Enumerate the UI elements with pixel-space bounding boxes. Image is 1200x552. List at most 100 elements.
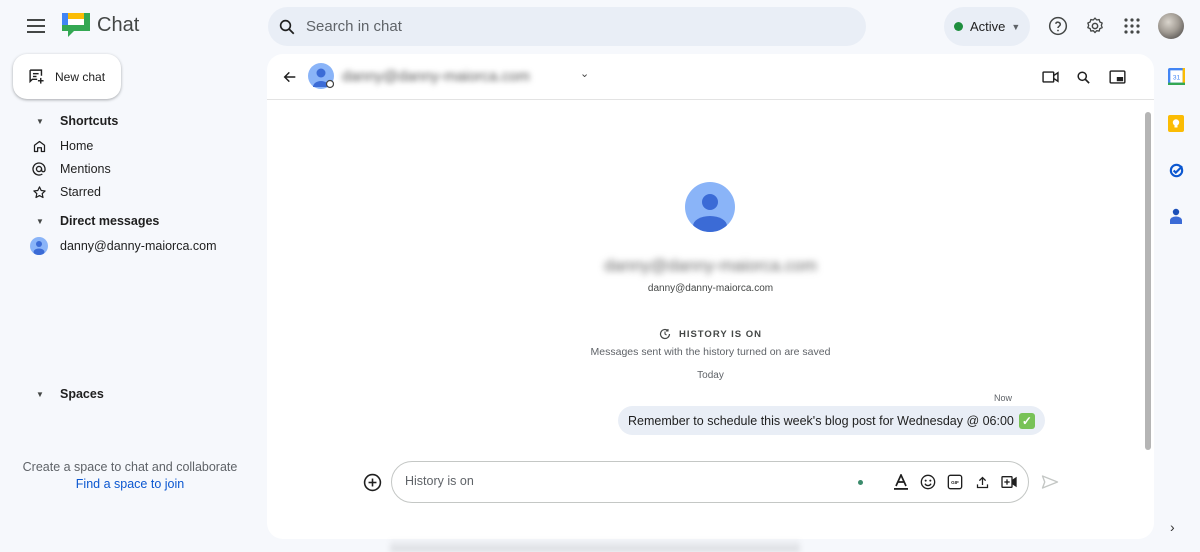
- new-chat-button[interactable]: New chat: [13, 54, 121, 99]
- history-clock-icon: [659, 328, 671, 340]
- calendar-app-button[interactable]: 31: [1167, 67, 1185, 85]
- status-dropdown[interactable]: Active ▼: [944, 7, 1030, 46]
- arrow-back-icon: [283, 71, 296, 83]
- apps-button[interactable]: [1120, 14, 1144, 38]
- caret-down-icon: ▼: [36, 116, 44, 126]
- chevron-down-icon[interactable]: ⌄: [580, 67, 589, 80]
- add-attachment-button[interactable]: [362, 472, 382, 492]
- shortcuts-heading: Shortcuts: [60, 114, 119, 128]
- app-title: Chat: [97, 14, 140, 36]
- contact-avatar[interactable]: [308, 63, 335, 89]
- picture-in-picture-button[interactable]: [1106, 66, 1128, 88]
- sidebar-item-starred[interactable]: Starred: [30, 183, 101, 201]
- sidebar-item-dm[interactable]: danny@danny-maiorca.com: [30, 237, 217, 255]
- emoji-icon: [920, 474, 936, 490]
- account-avatar[interactable]: [1158, 13, 1184, 39]
- svg-text:GIF: GIF: [951, 480, 959, 485]
- main-menu-button[interactable]: [24, 14, 48, 38]
- user-avatar: [30, 237, 48, 255]
- history-subtitle: Messages sent with the history turned on…: [590, 346, 831, 358]
- sidebar-item-label: Home: [60, 139, 94, 153]
- format-text-icon: [894, 474, 908, 490]
- sidebar-item-mentions[interactable]: Mentions: [30, 160, 111, 178]
- send-icon: [1041, 475, 1059, 489]
- upload-file-button[interactable]: [973, 473, 991, 491]
- help-icon: [1048, 16, 1068, 36]
- status-indicator-dot: [858, 480, 863, 485]
- contact-name-blurred: danny@danny-maiorca.com: [604, 256, 817, 275]
- history-title-text: HISTORY IS ON: [678, 328, 763, 340]
- message-input[interactable]: [405, 474, 835, 488]
- spaces-empty-text: Create a space to chat and collaborate: [22, 460, 238, 474]
- sidebar-item-label: danny@danny-maiorca.com: [60, 239, 217, 253]
- find-space-link[interactable]: Find a space to join: [0, 477, 260, 491]
- video-meeting-icon: [1001, 476, 1017, 488]
- spaces-section-toggle[interactable]: ▼ Spaces: [30, 387, 104, 401]
- calendar-day: 31: [1172, 74, 1180, 81]
- calendar-icon: 31: [1167, 67, 1185, 85]
- scrollbar[interactable]: [1145, 112, 1151, 450]
- check-mark-emoji-icon: ✓: [1018, 412, 1035, 429]
- search-input[interactable]: [306, 18, 806, 35]
- picture-in-picture-icon: [1108, 70, 1126, 84]
- upload-icon: [976, 476, 988, 488]
- video-call-icon: [1041, 71, 1059, 83]
- new-chat-label: New chat: [55, 69, 106, 84]
- video-call-button[interactable]: [1039, 66, 1061, 88]
- home-icon: [33, 140, 45, 152]
- message-text: Remember to schedule this week's blog po…: [628, 413, 1014, 428]
- caret-down-icon: ▼: [36, 216, 44, 226]
- gif-button[interactable]: GIF: [946, 473, 964, 491]
- direct-messages-heading: Direct messages: [60, 214, 160, 228]
- chevron-right-icon[interactable]: ›: [1170, 519, 1175, 535]
- keep-icon: [1168, 114, 1184, 132]
- search-icon: [1076, 70, 1090, 84]
- chevron-down-icon: ▼: [1011, 21, 1021, 32]
- gif-icon: GIF: [947, 474, 963, 490]
- sidebar-item-label: Starred: [60, 185, 101, 199]
- at-mention-icon: [32, 162, 46, 176]
- send-button[interactable]: [1040, 472, 1060, 492]
- direct-messages-section-toggle[interactable]: ▼ Direct messages: [30, 214, 159, 228]
- conversation-panel: danny@danny-maiorca.com ⌄ danny@danny-ma…: [267, 54, 1154, 539]
- contact-large-avatar: [685, 182, 735, 232]
- caret-down-icon: ▼: [36, 389, 44, 399]
- status-dot: [954, 22, 963, 31]
- contacts-icon: [1170, 208, 1182, 224]
- conversation-header: danny@danny-maiorca.com ⌄: [267, 54, 1154, 100]
- message-bubble[interactable]: Remember to schedule this week's blog po…: [618, 406, 1045, 435]
- spaces-heading: Spaces: [60, 387, 104, 401]
- settings-button[interactable]: [1083, 14, 1107, 38]
- top-bar: Chat Active ▼: [0, 0, 1200, 52]
- search-icon: [279, 19, 295, 34]
- google-chat-logo: [62, 13, 90, 37]
- history-status-title: HISTORY IS ON: [267, 328, 1154, 340]
- contact-email: danny@danny-maiorca.com: [647, 283, 774, 294]
- back-button[interactable]: [279, 66, 301, 88]
- settings-gear-icon: [1087, 17, 1103, 34]
- shortcuts-section-toggle[interactable]: ▼ Shortcuts: [30, 114, 118, 128]
- tasks-app-button[interactable]: [1167, 161, 1185, 179]
- format-text-button[interactable]: [892, 473, 910, 491]
- tasks-icon: [1169, 163, 1183, 177]
- status-label: Active: [970, 19, 1006, 34]
- day-divider: Today: [697, 370, 724, 381]
- contacts-app-button[interactable]: [1167, 207, 1185, 225]
- add-circle-icon: [363, 473, 381, 491]
- apps-grid-icon: [1124, 18, 1140, 34]
- video-meeting-button[interactable]: [1000, 473, 1018, 491]
- contact-name-blurred[interactable]: danny@danny-maiorca.com: [342, 68, 530, 85]
- emoji-button[interactable]: [919, 473, 937, 491]
- hamburger-menu-icon: [27, 19, 45, 33]
- blurred-overlay: [390, 540, 800, 552]
- search-bar[interactable]: [268, 7, 866, 46]
- sidebar-item-label: Mentions: [60, 162, 111, 176]
- message-timestamp: Now: [994, 393, 1013, 403]
- new-chat-icon: [29, 69, 44, 84]
- search-conversation-button[interactable]: [1072, 66, 1094, 88]
- help-button[interactable]: [1046, 14, 1070, 38]
- message-composer: GIF: [391, 461, 1029, 503]
- keep-app-button[interactable]: [1167, 114, 1185, 132]
- star-icon: [32, 185, 46, 198]
- sidebar-item-home[interactable]: Home: [30, 137, 93, 155]
